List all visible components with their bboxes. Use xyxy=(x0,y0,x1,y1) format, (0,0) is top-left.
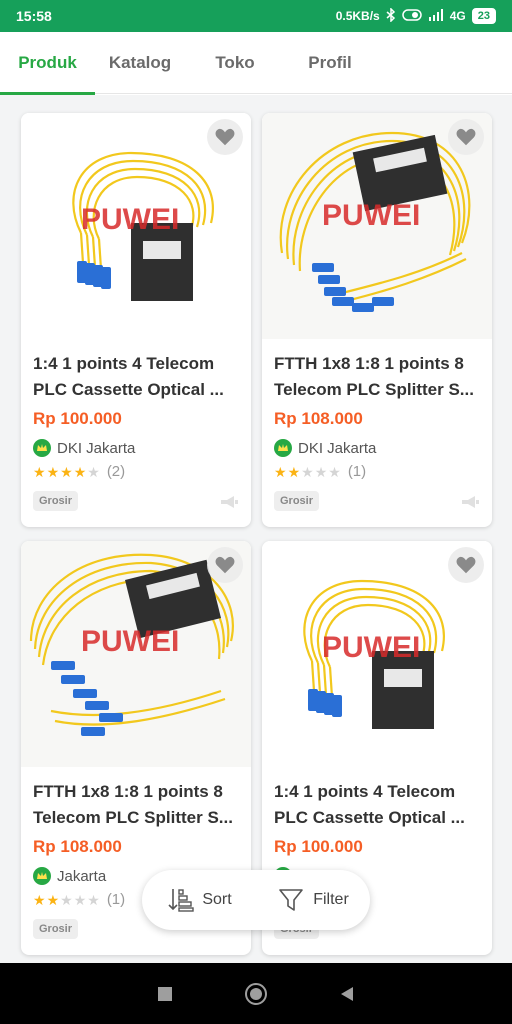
star-icon: ★ xyxy=(46,891,60,908)
watermark-text: PUWEI xyxy=(322,199,420,232)
star-icon: ★ xyxy=(73,891,87,908)
signal-icon xyxy=(428,8,444,24)
square-icon xyxy=(158,986,173,1001)
star-icon: ★ xyxy=(314,463,328,480)
grosir-badge: Grosir xyxy=(33,491,79,511)
filter-label: Filter xyxy=(313,891,349,908)
sort-button[interactable]: Sort xyxy=(142,870,256,930)
battery-icon: 23 xyxy=(471,8,496,24)
star-icon: ★ xyxy=(60,463,73,480)
product-title[interactable]: FTTH 1x8 1:8 1 points 8 Telecom PLC Spli… xyxy=(33,779,243,831)
bluetooth-icon xyxy=(386,6,396,25)
filter-button[interactable]: Filter xyxy=(256,870,370,930)
star-icon: ★ xyxy=(328,463,341,480)
home-button[interactable] xyxy=(242,980,270,1008)
tab-toko[interactable]: Toko xyxy=(185,32,285,94)
heart-icon xyxy=(456,128,476,146)
sort-icon xyxy=(168,889,195,912)
filter-icon xyxy=(279,889,304,911)
product-card[interactable]: PUWEI FTTH 1x8 1:8 1 points 8 Telecom PL… xyxy=(262,113,492,527)
status-right: 0.5KB/s 4G 23 xyxy=(335,6,496,25)
megaphone-icon xyxy=(221,496,238,508)
star-icon: ★ xyxy=(60,891,73,908)
star-icon: ★ xyxy=(301,463,314,480)
heart-icon xyxy=(215,128,235,146)
favorite-button[interactable] xyxy=(207,119,243,155)
rating-count: (2) xyxy=(106,463,126,480)
star-icon: ★ xyxy=(33,891,46,908)
back-button[interactable] xyxy=(333,980,361,1008)
tab-produk[interactable]: Produk xyxy=(0,32,95,95)
location-text: DKI Jakarta xyxy=(298,439,377,457)
product-price: Rp 100.000 xyxy=(274,837,363,856)
star-icon: ★ xyxy=(33,463,46,480)
product-price: Rp 100.000 xyxy=(33,409,122,428)
product-title[interactable]: 1:4 1 points 4 Telecom PLC Cassette Opti… xyxy=(274,779,484,831)
grosir-badge: Grosir xyxy=(274,491,320,511)
status-time: 15:58 xyxy=(16,8,52,24)
product-rating: ★ ★ ★ ★ ★ (1) xyxy=(274,463,366,480)
network-speed: 0.5KB/s xyxy=(335,9,380,23)
location-text: DKI Jakarta xyxy=(57,439,136,457)
official-store-icon xyxy=(33,867,51,885)
favorite-button[interactable] xyxy=(207,547,243,583)
product-location: Jakarta xyxy=(33,867,106,885)
watermark-text: PUWEI xyxy=(81,625,179,658)
location-text: Jakarta xyxy=(57,867,107,885)
product-rating: ★ ★ ★ ★ ★ (1) xyxy=(33,891,125,908)
tab-katalog[interactable]: Katalog xyxy=(95,32,185,94)
sort-filter-bar: Sort Filter xyxy=(142,870,370,930)
product-location: DKI Jakarta xyxy=(274,439,376,457)
recent-apps-button[interactable] xyxy=(151,980,179,1008)
heart-icon xyxy=(215,556,235,574)
star-icon: ★ xyxy=(274,463,287,480)
watermark-text: PUWEI xyxy=(81,203,179,236)
sort-label: Sort xyxy=(202,891,232,908)
product-price: Rp 108.000 xyxy=(33,837,122,856)
product-title[interactable]: FTTH 1x8 1:8 1 points 8 Telecom PLC Spli… xyxy=(274,351,484,403)
android-nav-bar xyxy=(0,963,512,1024)
official-store-icon xyxy=(33,439,51,457)
status-bar: 15:58 0.5KB/s 4G 23 xyxy=(0,0,512,32)
favorite-button[interactable] xyxy=(448,547,484,583)
product-rating: ★ ★ ★ ★ ★ (2) xyxy=(33,463,125,480)
product-card[interactable]: PUWEI 1:4 1 points 4 Telecom PLC Cassett… xyxy=(21,113,251,527)
star-icon: ★ xyxy=(87,891,100,908)
product-price: Rp 108.000 xyxy=(274,409,363,428)
rating-count: (1) xyxy=(347,463,367,480)
grosir-badge: Grosir xyxy=(33,919,79,939)
star-icon: ★ xyxy=(73,463,87,480)
product-title[interactable]: 1:4 1 points 4 Telecom PLC Cassette Opti… xyxy=(33,351,243,403)
tab-bar: Produk Katalog Toko Profil xyxy=(0,32,512,95)
product-grid: PUWEI 1:4 1 points 4 Telecom PLC Cassett… xyxy=(0,95,512,963)
network-type: 4G xyxy=(449,9,466,23)
circle-icon xyxy=(244,982,267,1005)
product-location: DKI Jakarta xyxy=(33,439,135,457)
star-icon: ★ xyxy=(87,463,100,480)
official-store-icon xyxy=(274,439,292,457)
watermark-text: PUWEI xyxy=(322,631,420,664)
favorite-button[interactable] xyxy=(448,119,484,155)
star-icon: ★ xyxy=(287,463,301,480)
megaphone-icon xyxy=(462,496,479,508)
star-icon: ★ xyxy=(46,463,60,480)
tab-profil[interactable]: Profil xyxy=(285,32,375,94)
toggle-icon xyxy=(401,8,422,24)
heart-icon xyxy=(456,556,476,574)
rating-count: (1) xyxy=(106,891,126,908)
back-triangle-icon xyxy=(340,986,353,1001)
